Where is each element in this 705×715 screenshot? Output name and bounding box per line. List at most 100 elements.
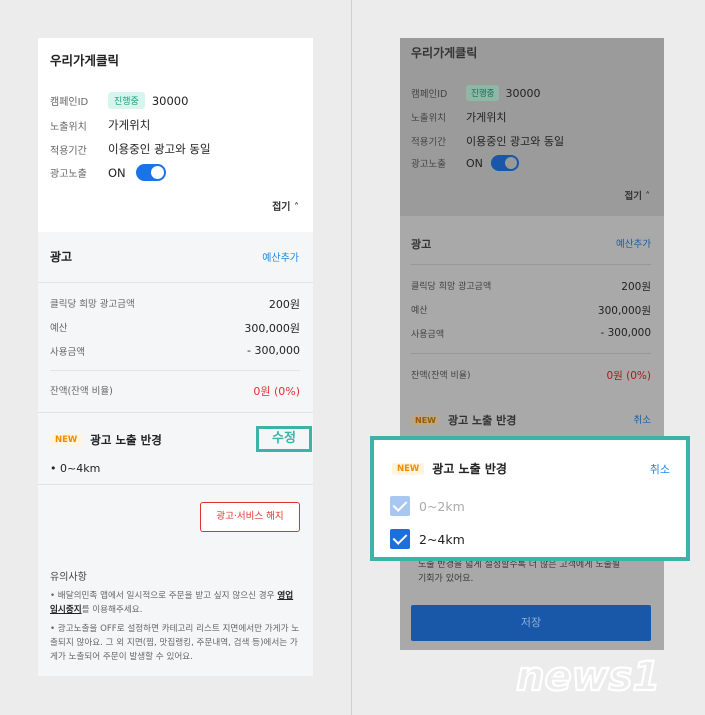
status-badge: 진행중 bbox=[466, 85, 500, 101]
exposure-value: 가게위치 bbox=[466, 111, 507, 124]
period-value: 이용중인 광고와 동일 bbox=[108, 142, 211, 156]
save-button[interactable]: 저장 bbox=[411, 605, 651, 641]
radius-title-text: 광고 노출 반경 bbox=[447, 414, 517, 427]
page-title: 우리가게클릭 bbox=[411, 46, 478, 60]
ad-exposure-row: 광고노출 ON bbox=[411, 155, 519, 171]
ad-section: 광고 예산추가 클릭당 희망 광고금액 200원 예산 300,000원 사용금… bbox=[38, 232, 313, 548]
ad-row-balance: 잔액(잔액 비율) 0원 (0%) bbox=[411, 368, 651, 383]
campaign-id: 30000 bbox=[505, 86, 541, 100]
ad-row-key: 클릭당 희망 광고금액 bbox=[411, 282, 492, 292]
exposure-value: 가게위치 bbox=[108, 118, 151, 132]
campaign-key: 캠페인ID bbox=[50, 97, 89, 108]
ad-row-value: 300,000원 bbox=[244, 322, 300, 335]
period-row: 적용기간 이용중인 광고와 동일 bbox=[50, 141, 211, 157]
divider bbox=[411, 264, 651, 265]
watermark-text: news1 bbox=[516, 654, 660, 700]
radius-option-0-2km[interactable]: 0~2km bbox=[390, 496, 465, 516]
campaign-id: 30000 bbox=[151, 93, 189, 108]
campaign-row: 캠페인ID 진행중 30000 bbox=[50, 92, 188, 109]
ad-row-key: 클릭당 희망 광고금액 bbox=[50, 299, 135, 310]
notice-section: 유의사항 • 배달의민족 앱에서 일시적으로 주문을 받고 싶지 않으신 경우 … bbox=[38, 548, 313, 676]
option-label: 2~4km bbox=[419, 531, 465, 547]
panel-divider bbox=[351, 0, 352, 715]
helper-text-line: 기회가 있어요. bbox=[418, 574, 474, 584]
period-row: 적용기간 이용중인 광고와 동일 bbox=[411, 133, 564, 149]
ad-row-key: 사용금액 bbox=[50, 347, 85, 358]
left-screen: 우리가게클릭 캠페인ID 진행중 30000 노출위치 가게위치 적용기간 이용… bbox=[38, 38, 313, 676]
ad-row-budget: 예산 300,000원 bbox=[411, 303, 651, 318]
ad-section-title: 광고 bbox=[411, 238, 432, 251]
ad-row-cpc: 클릭당 희망 광고금액 200원 bbox=[50, 296, 300, 312]
notice-text: • 배달의민족 앱에서 일시적으로 주문을 받고 싶지 않으신 경우 bbox=[50, 591, 278, 601]
ad-row-budget: 예산 300,000원 bbox=[50, 320, 300, 336]
ad-row-key: 사용금액 bbox=[411, 330, 445, 340]
radius-title: NEW 광고 노출 반경 bbox=[50, 432, 162, 448]
radius-title: NEW 광고 노출 반경 bbox=[411, 412, 516, 428]
notice-title: 유의사항 bbox=[50, 572, 87, 583]
exposure-row: 노출위치 가게위치 bbox=[411, 109, 506, 125]
new-badge: NEW bbox=[411, 414, 440, 426]
exposure-key: 노출위치 bbox=[50, 121, 87, 133]
popup-title-text: 광고 노출 반경 bbox=[432, 462, 507, 476]
cancel-link[interactable]: 취소 bbox=[634, 412, 651, 426]
ad-row-value: 200원 bbox=[268, 298, 300, 311]
add-budget-link[interactable]: 예산추가 bbox=[616, 236, 651, 250]
balance-key: 잔액(잔액 비율) bbox=[411, 371, 471, 381]
notice-item: • 배달의민족 앱에서 일시적으로 주문을 받고 싶지 않으신 경우 영업임시중… bbox=[50, 589, 301, 617]
cancel-service-button[interactable]: 광고·서비스 해지 bbox=[200, 502, 300, 532]
radius-option-2-4km[interactable]: 2~4km bbox=[390, 529, 465, 549]
fold-button[interactable]: 접기 ˄ bbox=[624, 188, 650, 202]
divider bbox=[38, 282, 313, 283]
ad-exposure-toggle[interactable] bbox=[490, 155, 519, 171]
ad-row-value: - 300,000 bbox=[600, 327, 651, 339]
fold-button[interactable]: 접기 ˄ bbox=[272, 198, 299, 213]
ad-row-balance: 잔액(잔액 비율) 0원 (0%) bbox=[50, 383, 300, 399]
ad-row-value: 200원 bbox=[621, 281, 651, 293]
checkbox-disabled[interactable] bbox=[390, 496, 410, 516]
ad-row-value: - 300,000 bbox=[247, 344, 300, 357]
ad-exposure-value: ON bbox=[466, 156, 483, 170]
ad-exposure-toggle[interactable] bbox=[135, 164, 166, 181]
period-key: 적용기간 bbox=[50, 145, 87, 157]
ad-exposure-key: 광고노출 bbox=[411, 159, 446, 170]
ad-row-value: 300,000원 bbox=[597, 305, 651, 317]
ad-row-cpc: 클릭당 희망 광고금액 200원 bbox=[411, 279, 651, 294]
new-badge: NEW bbox=[50, 434, 83, 446]
divider bbox=[50, 370, 300, 371]
new-badge: NEW bbox=[392, 462, 425, 475]
news1-watermark: news1 bbox=[515, 653, 661, 701]
exposure-key: 노출위치 bbox=[411, 113, 446, 124]
divider bbox=[38, 412, 313, 413]
period-value: 이용중인 광고와 동일 bbox=[466, 135, 565, 148]
ad-exposure-key: 광고노출 bbox=[50, 169, 87, 180]
balance-value: 0원 (0%) bbox=[253, 385, 300, 398]
ad-row-used: 사용금액 - 300,000 bbox=[50, 344, 300, 358]
cancel-link[interactable]: 취소 bbox=[650, 461, 670, 477]
ad-exposure-value: ON bbox=[108, 165, 126, 180]
ad-exposure-row: 광고노출 ON bbox=[50, 164, 166, 181]
popup-title: NEW 광고 노출 반경 bbox=[392, 460, 507, 477]
balance-key: 잔액(잔액 비율) bbox=[50, 386, 113, 397]
ad-section-title: 광고 bbox=[50, 250, 73, 264]
notice-item: • 광고노출을 OFF로 설정하면 카테고리 리스트 지면에서만 가게가 노출되… bbox=[50, 624, 300, 662]
radius-title-text: 광고 노출 반경 bbox=[90, 433, 162, 447]
edit-button[interactable]: 수정 bbox=[256, 426, 312, 452]
radius-value: • 0~4km bbox=[50, 462, 101, 475]
period-key: 적용기간 bbox=[411, 137, 446, 148]
ad-row-key: 예산 bbox=[50, 323, 68, 334]
campaign-key: 캠페인ID bbox=[411, 89, 448, 100]
radius-selector-popup: NEW 광고 노출 반경 취소 0~2km 2~4km bbox=[370, 436, 690, 561]
balance-value: 0원 (0%) bbox=[606, 370, 651, 382]
checkbox-checked[interactable] bbox=[390, 529, 410, 549]
exposure-row: 노출위치 가게위치 bbox=[50, 117, 150, 133]
status-badge: 진행중 bbox=[108, 92, 145, 109]
divider bbox=[38, 484, 313, 485]
page-title: 우리가게클릭 bbox=[50, 53, 120, 68]
divider bbox=[411, 353, 651, 354]
helper-text: 노출 반경을 넓게 설정할수록 더 많은 고객에게 노출될 기회가 있어요. bbox=[418, 558, 620, 586]
ad-row-key: 예산 bbox=[411, 306, 428, 316]
option-label: 0~2km bbox=[419, 498, 465, 514]
notice-text: 를 이용해주세요. bbox=[81, 605, 143, 615]
add-budget-link[interactable]: 예산추가 bbox=[262, 249, 299, 264]
campaign-row: 캠페인ID 진행중 30000 bbox=[411, 85, 540, 101]
